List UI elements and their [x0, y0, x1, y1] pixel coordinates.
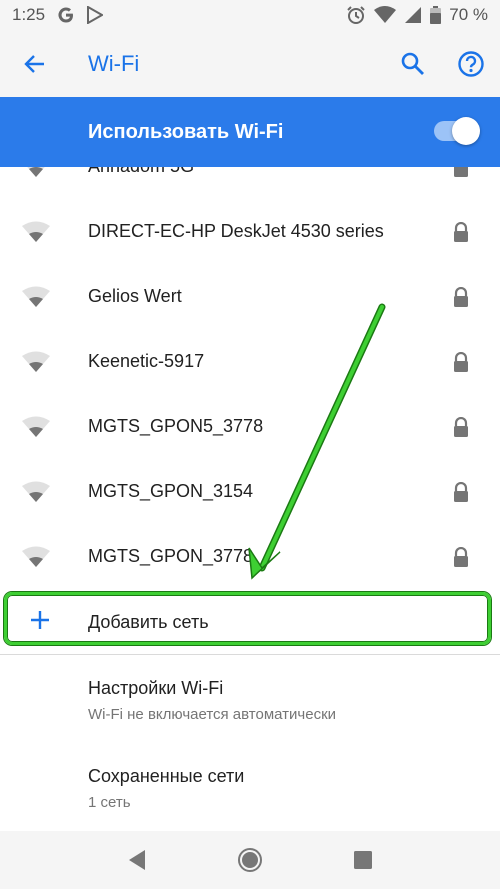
help-icon [458, 50, 484, 77]
pref-title: Настройки Wi-Fi [88, 678, 224, 698]
network-item[interactable]: Annadom 5G [0, 167, 500, 199]
divider [0, 654, 500, 655]
nav-recents-button[interactable] [333, 831, 393, 889]
navigation-bar [0, 831, 500, 889]
cellular-signal-icon [404, 6, 422, 24]
nav-recents-icon [354, 851, 373, 869]
network-name: Gelios Wert [88, 286, 182, 306]
use-wifi-switch-row[interactable]: Использовать Wi-Fi [0, 97, 500, 167]
wifi-signal-icon [22, 546, 50, 567]
search-icon [401, 52, 424, 75]
battery-percent: 70 % [449, 5, 488, 24]
wifi-signal-icon [374, 6, 397, 24]
app-bar: Wi-Fi [0, 30, 500, 97]
google-icon [57, 6, 75, 24]
network-item[interactable]: MGTS_GPON5_3778 [0, 394, 500, 459]
pref-subtitle: Wi-Fi не включается автоматически [88, 706, 337, 723]
wifi-preferences-item[interactable]: Настройки Wi-Fi Wi-Fi не включается авто… [0, 656, 500, 744]
wifi-signal-icon [22, 351, 50, 372]
network-item[interactable]: Gelios Wert [0, 264, 500, 329]
add-network-row[interactable]: Добавить сеть [0, 590, 500, 654]
network-name: Keenetic-5917 [88, 351, 205, 371]
plus-icon [31, 611, 49, 629]
play-store-icon [87, 6, 104, 24]
network-item[interactable]: MGTS_GPON_3154 [0, 459, 500, 524]
use-wifi-toggle[interactable] [434, 117, 480, 145]
use-wifi-label: Использовать Wi-Fi [88, 120, 284, 143]
wifi-signal-icon [27, 167, 45, 177]
back-arrow-icon [24, 54, 44, 73]
nav-home-icon [237, 848, 262, 872]
wifi-signal-icon [22, 221, 50, 242]
pref-subtitle: 1 сеть [88, 794, 131, 811]
wifi-signal-icon [22, 286, 50, 307]
lock-icon [454, 286, 468, 307]
lock-icon [454, 221, 468, 242]
lock-icon [454, 481, 468, 502]
network-name: MGTS_GPON5_3778 [88, 416, 264, 436]
network-list: Annadom 5G DIRECT-EC-HP DeskJet 4530 ser… [0, 167, 500, 587]
alarm-icon [346, 5, 366, 25]
saved-networks-item[interactable]: Сохраненные сети 1 сеть [0, 744, 500, 832]
network-name: DIRECT-EC-HP DeskJet 4530 series [88, 221, 384, 241]
nav-home-button[interactable] [220, 831, 280, 889]
lock-icon [454, 351, 468, 372]
lock-icon [454, 167, 468, 177]
lock-icon [454, 416, 468, 437]
pref-title: Сохраненные сети [88, 766, 245, 786]
wifi-signal-icon [22, 481, 50, 502]
status-bar: 1:25 70 % [0, 0, 500, 30]
network-item[interactable]: Keenetic-5917 [0, 329, 500, 394]
status-time: 1:25 [12, 5, 46, 24]
back-button[interactable] [0, 30, 70, 97]
network-item[interactable]: DIRECT-EC-HP DeskJet 4530 series [0, 199, 500, 264]
wifi-signal-icon [22, 416, 50, 437]
battery-icon [430, 6, 442, 24]
nav-back-button[interactable] [107, 831, 167, 889]
network-name: MGTS_GPON_3154 [88, 481, 254, 501]
network-name: Annadom 5G [88, 167, 194, 177]
network-name: MGTS_GPON_3778 [88, 546, 254, 566]
page-title: Wi-Fi [88, 50, 140, 76]
nav-back-icon [128, 850, 145, 870]
search-button[interactable] [384, 30, 442, 97]
toggle-knob [452, 117, 480, 145]
help-button[interactable] [442, 30, 500, 97]
lock-icon [454, 546, 468, 567]
add-network-label: Добавить сеть [88, 611, 209, 632]
network-item[interactable]: MGTS_GPON_3778 [0, 524, 500, 587]
